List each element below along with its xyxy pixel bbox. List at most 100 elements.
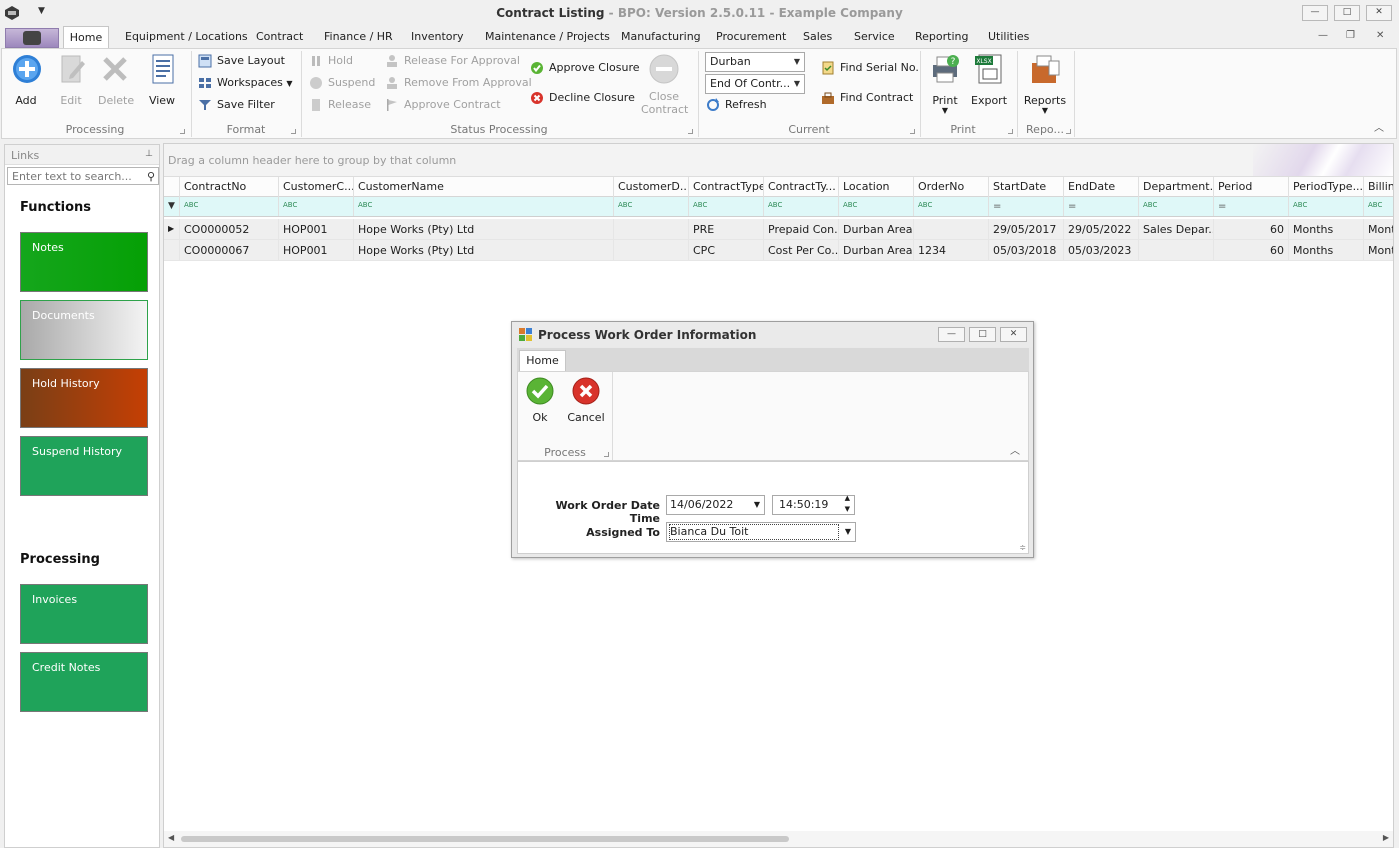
- add-button[interactable]: Add: [11, 53, 41, 107]
- save-layout-button[interactable]: Save Layout: [198, 53, 285, 71]
- cell-period-type[interactable]: Months: [1288, 219, 1363, 239]
- tile-credit-notes[interactable]: Credit Notes: [20, 652, 148, 712]
- tile-hold-history[interactable]: Hold History: [20, 368, 148, 428]
- cell-customer-d[interactable]: [613, 240, 688, 260]
- column-header[interactable]: CustomerName: [353, 177, 613, 197]
- search-icon[interactable]: ⚲: [147, 170, 155, 183]
- group-launcher-icon[interactable]: [291, 129, 296, 134]
- suspend-button[interactable]: Suspend: [309, 75, 375, 93]
- collapse-ribbon-icon[interactable]: ︿: [1374, 119, 1384, 134]
- refresh-button[interactable]: Refresh: [706, 97, 767, 115]
- work-order-time-input[interactable]: 14:50:19 ▲ ▼: [772, 493, 855, 515]
- tab-equipment-locations[interactable]: Equipment / Locations: [125, 30, 248, 48]
- mdi-minimize-button[interactable]: —: [1318, 30, 1328, 41]
- column-header[interactable]: Billing: [1363, 177, 1393, 197]
- cell-contract-type-desc[interactable]: Prepaid Con...: [763, 219, 838, 239]
- filter-cell[interactable]: ABC: [763, 197, 838, 216]
- decline-closure-button[interactable]: Decline Closure: [530, 90, 635, 108]
- table-row[interactable]: CO0000067 HOP001 Hope Works (Pty) Ltd CP…: [164, 240, 1393, 261]
- cell-order-no[interactable]: 1234: [913, 240, 988, 260]
- resize-grip-icon[interactable]: ≑: [1019, 543, 1026, 552]
- tile-invoices[interactable]: Invoices: [20, 584, 148, 644]
- tab-service[interactable]: Service: [854, 30, 895, 48]
- view-button[interactable]: View: [147, 53, 177, 107]
- cell-contract-no[interactable]: CO0000052: [179, 219, 278, 239]
- cell-customer-code[interactable]: HOP001: [278, 219, 353, 239]
- cell-department[interactable]: Sales Depar...: [1138, 219, 1213, 239]
- chevron-down-icon[interactable]: ▼: [754, 496, 760, 514]
- cell-billing[interactable]: Month: [1363, 240, 1393, 260]
- table-row[interactable]: ▶ CO0000052 HOP001 Hope Works (Pty) Ltd …: [164, 219, 1393, 240]
- dialog-close-button[interactable]: ✕: [1000, 327, 1027, 342]
- cell-billing[interactable]: Month: [1363, 219, 1393, 239]
- mdi-restore-button[interactable]: ❐: [1346, 30, 1355, 41]
- dialog-maximize-button[interactable]: □: [969, 327, 996, 342]
- tab-sales[interactable]: Sales: [803, 30, 832, 48]
- ok-button[interactable]: Ok: [524, 377, 556, 424]
- edit-button[interactable]: Edit: [56, 53, 86, 107]
- column-header[interactable]: OrderNo: [913, 177, 988, 197]
- cell-department[interactable]: [1138, 240, 1213, 260]
- group-launcher-icon[interactable]: [1066, 129, 1071, 134]
- group-launcher-icon[interactable]: [604, 452, 609, 457]
- application-menu-button[interactable]: [5, 28, 59, 48]
- spin-down-icon[interactable]: ▼: [845, 504, 850, 514]
- approve-closure-button[interactable]: Approve Closure: [530, 60, 640, 78]
- filter-cell[interactable]: ABC: [278, 197, 353, 216]
- close-button[interactable]: ✕: [1366, 5, 1392, 21]
- filter-cell[interactable]: ABC: [838, 197, 913, 216]
- save-filter-button[interactable]: Save Filter: [198, 97, 275, 115]
- cell-period-type[interactable]: Months: [1288, 240, 1363, 260]
- work-order-date-input[interactable]: 14/06/2022 ▼: [666, 495, 765, 515]
- filter-cell[interactable]: ABC: [353, 197, 613, 216]
- cell-location[interactable]: Durban Area: [838, 219, 913, 239]
- export-button[interactable]: XLSX Export: [971, 53, 1007, 107]
- cell-period[interactable]: 60: [1213, 240, 1288, 260]
- filter-cell[interactable]: ABC: [688, 197, 763, 216]
- close-contract-button[interactable]: Close Contract: [641, 53, 688, 116]
- hold-button[interactable]: Hold: [309, 53, 353, 71]
- links-search-input[interactable]: Enter text to search... ⚲: [7, 167, 159, 185]
- column-header[interactable]: Location: [838, 177, 913, 197]
- tab-utilities[interactable]: Utilities: [988, 30, 1029, 48]
- column-header[interactable]: Department...: [1138, 177, 1213, 197]
- filter-cell[interactable]: =: [1213, 197, 1288, 216]
- cell-period[interactable]: 60: [1213, 219, 1288, 239]
- spin-up-icon[interactable]: ▲: [845, 493, 850, 503]
- delete-button[interactable]: Delete: [98, 53, 134, 107]
- filter-cell[interactable]: ABC: [179, 197, 278, 216]
- cell-customer-name[interactable]: Hope Works (Pty) Ltd: [353, 219, 613, 239]
- column-header[interactable]: StartDate: [988, 177, 1063, 197]
- filter-cell[interactable]: ABC: [1363, 197, 1393, 216]
- group-launcher-icon[interactable]: [688, 129, 693, 134]
- filter-cell[interactable]: ABC: [1138, 197, 1213, 216]
- cell-end-date[interactable]: 05/03/2023: [1063, 240, 1138, 260]
- column-header[interactable]: CustomerD...: [613, 177, 688, 197]
- tab-maintenance-projects[interactable]: Maintenance / Projects: [485, 30, 610, 48]
- tab-inventory[interactable]: Inventory: [411, 30, 464, 48]
- column-header[interactable]: PeriodType...: [1288, 177, 1363, 197]
- cell-start-date[interactable]: 29/05/2017: [988, 219, 1063, 239]
- filter-cell[interactable]: ABC: [1288, 197, 1363, 216]
- cell-contract-type[interactable]: PRE: [688, 219, 763, 239]
- column-header[interactable]: ContractNo: [179, 177, 278, 197]
- group-launcher-icon[interactable]: [180, 129, 185, 134]
- cell-end-date[interactable]: 29/05/2022: [1063, 219, 1138, 239]
- print-button[interactable]: ? Print ▼: [927, 53, 963, 115]
- mdi-close-button[interactable]: ✕: [1376, 30, 1384, 41]
- assigned-to-combo[interactable]: Bianca Du Toit ▼: [666, 522, 856, 542]
- cell-customer-name[interactable]: Hope Works (Pty) Ltd: [353, 240, 613, 260]
- group-launcher-icon[interactable]: [910, 129, 915, 134]
- column-header[interactable]: EndDate: [1063, 177, 1138, 197]
- location-combo[interactable]: Durban ▼: [705, 52, 805, 72]
- scroll-right-icon[interactable]: ▶: [1383, 833, 1389, 842]
- cell-location[interactable]: Durban Area: [838, 240, 913, 260]
- tab-home[interactable]: Home: [63, 26, 109, 49]
- tab-reporting[interactable]: Reporting: [915, 30, 968, 48]
- contract-filter-combo[interactable]: End Of Contr... ▼: [705, 74, 805, 94]
- maximize-button[interactable]: □: [1334, 5, 1360, 21]
- tab-finance-hr[interactable]: Finance / HR: [324, 30, 393, 48]
- horizontal-scrollbar[interactable]: ◀ ▶: [164, 831, 1393, 847]
- cell-start-date[interactable]: 05/03/2018: [988, 240, 1063, 260]
- remove-from-approval-button[interactable]: Remove From Approval: [385, 75, 532, 93]
